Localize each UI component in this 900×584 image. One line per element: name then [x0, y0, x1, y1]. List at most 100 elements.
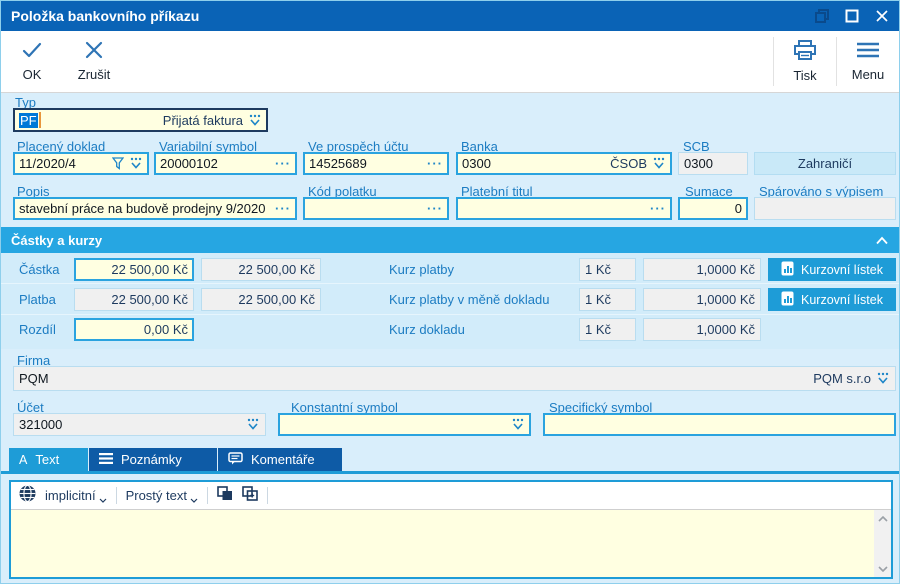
popis-field[interactable]: stavební práce na budově prodejny 9/2020… [13, 197, 297, 220]
menu-button[interactable]: Menu [837, 31, 899, 92]
scb-field: 0300 [678, 152, 748, 175]
banka-field[interactable]: 0300 ČSOB [456, 152, 672, 175]
platba-field: 22 500,00 Kč [74, 288, 194, 311]
castka-field-2: 22 500,00 Kč [201, 258, 321, 281]
kurz-platby-value-field: 1,0000 Kč [643, 258, 761, 281]
format-dropdown[interactable]: Prostý text [126, 488, 198, 503]
separator [267, 487, 268, 504]
amounts-section-header[interactable]: Částky a kurzy [1, 227, 899, 253]
konstantni-symbol-field[interactable] [278, 413, 531, 436]
variabilni-symbol-field[interactable]: 20000102 ··· [154, 152, 297, 175]
text-content-area[interactable] [11, 510, 891, 577]
ve-prospech-uctu-field[interactable]: 14525689 ··· [303, 152, 449, 175]
platba-field-2: 22 500,00 Kč [201, 288, 321, 311]
kurzovni-listek-button-2[interactable]: Kurzovní lístek [768, 288, 896, 311]
vertical-scrollbar[interactable] [874, 510, 891, 577]
kurz-platby-value: 1,0000 Kč [696, 262, 755, 277]
tab-text-label: Text [35, 452, 59, 467]
titlebar[interactable]: Položka bankovního příkazu [1, 1, 899, 31]
tab-poznamky[interactable]: Poznámky [89, 448, 217, 471]
kurz-platby-label: Kurz platby [389, 262, 454, 277]
maximize-icon[interactable] [845, 9, 859, 23]
separator [116, 487, 117, 504]
cancel-label: Zrušit [78, 67, 111, 82]
kurz-dokladu-value-field: 1,0000 Kč [643, 318, 761, 341]
typ-code-selected: PF [19, 113, 38, 128]
separator [207, 487, 208, 504]
kurz-platby-base-field: 1 Kč [579, 258, 636, 281]
kurz-platby-mena-base: 1 Kč [585, 292, 611, 307]
scroll-up-icon[interactable] [874, 510, 891, 527]
exchange-list-icon [781, 291, 794, 309]
kurzovni-listek-button[interactable]: Kurzovní lístek [768, 258, 896, 281]
zahranici-button[interactable]: Zahraničí [754, 152, 896, 175]
funnel-icon[interactable] [112, 157, 124, 170]
print-button[interactable]: Tisk [774, 31, 836, 92]
kurz-dokladu-label: Kurz dokladu [389, 322, 465, 337]
dropdown-combo-icon[interactable] [129, 157, 143, 170]
ellipsis-button[interactable]: ··· [275, 201, 291, 216]
platba-value: 22 500,00 Kč [111, 292, 188, 307]
typ-display: Přijatá faktura [163, 113, 243, 128]
chevron-down-icon [190, 498, 198, 503]
castka-value-2: 22 500,00 Kč [238, 262, 315, 277]
banka-display: ČSOB [610, 156, 647, 171]
print-label: Tisk [793, 68, 816, 83]
dialog-window: Položka bankovního příkazu OK Zrušit [0, 0, 900, 584]
kurzovni-listek-label: Kurzovní lístek [801, 263, 883, 277]
kurz-platby-mena-value: 1,0000 Kč [696, 292, 755, 307]
kurz-platby-base: 1 Kč [585, 262, 611, 277]
dropdown-combo-icon[interactable] [652, 157, 666, 170]
separator [1, 314, 899, 315]
ellipsis-button[interactable]: ··· [275, 156, 291, 171]
exchange-list-icon [781, 261, 794, 279]
kurz-dokladu-value: 1,0000 Kč [696, 322, 755, 337]
ellipsis-button[interactable]: ··· [650, 201, 666, 216]
ok-button[interactable]: OK [1, 31, 63, 92]
text-editor-panel: implicitní Prostý text [9, 480, 893, 579]
placeny-doklad-field[interactable]: 11/2020/4 [13, 152, 149, 175]
ve-prospech-uctu-value: 14525689 [309, 156, 367, 171]
scroll-down-icon[interactable] [874, 560, 891, 577]
restore-icon[interactable] [815, 9, 829, 23]
comment-bubble-icon [228, 452, 243, 468]
kod-polatku-field[interactable]: ··· [303, 197, 449, 220]
ellipsis-button[interactable]: ··· [427, 201, 443, 216]
copy-icon[interactable] [217, 486, 233, 506]
dropdown-combo-icon[interactable] [248, 114, 262, 127]
kurz-platby-mena-base-field: 1 Kč [579, 288, 636, 311]
specificky-symbol-field[interactable] [543, 413, 896, 436]
castka-label: Částka [19, 262, 59, 277]
globe-icon[interactable] [19, 485, 36, 507]
ucet-field[interactable]: 321000 [13, 413, 266, 436]
firma-field[interactable]: PQM PQM s.r.o [13, 366, 896, 391]
typ-field[interactable]: PF Přijatá faktura [13, 108, 268, 132]
dropdown-combo-icon[interactable] [876, 372, 890, 385]
separator [1, 283, 899, 284]
kurz-dokladu-base: 1 Kč [585, 322, 611, 337]
dialog-body: Typ PF Přijatá faktura Placený doklad Va… [1, 93, 899, 583]
rozdil-value: 0,00 Kč [144, 322, 188, 337]
scb-value: 0300 [684, 156, 713, 171]
sumace-field[interactable]: 0 [678, 197, 748, 220]
zahranici-button-label: Zahraničí [798, 156, 852, 171]
castka-field[interactable]: 22 500,00 Kč [74, 258, 194, 281]
cancel-button[interactable]: Zrušit [63, 31, 125, 92]
dropdown-combo-icon[interactable] [511, 418, 525, 431]
close-icon[interactable] [875, 9, 889, 23]
tab-underline [1, 471, 899, 474]
kurz-platby-mena-label: Kurz platby v měně dokladu [389, 292, 549, 307]
platebni-titul-field[interactable]: ··· [456, 197, 672, 220]
rozdil-field[interactable]: 0,00 Kč [74, 318, 194, 341]
language-dropdown[interactable]: implicitní [45, 488, 107, 503]
popis-value: stavební práce na budově prodejny 9/2020 [19, 201, 265, 216]
text-format-icon: A [19, 453, 27, 467]
tab-komentare[interactable]: Komentáře [218, 448, 342, 471]
format-dropdown-label: Prostý text [126, 488, 187, 503]
ellipsis-button[interactable]: ··· [427, 156, 443, 171]
tab-text[interactable]: A Text [9, 448, 88, 471]
chevron-up-icon[interactable] [875, 233, 889, 248]
sumace-value: 0 [735, 201, 742, 216]
dropdown-combo-icon[interactable] [246, 418, 260, 431]
copy-plus-icon[interactable] [242, 486, 258, 506]
